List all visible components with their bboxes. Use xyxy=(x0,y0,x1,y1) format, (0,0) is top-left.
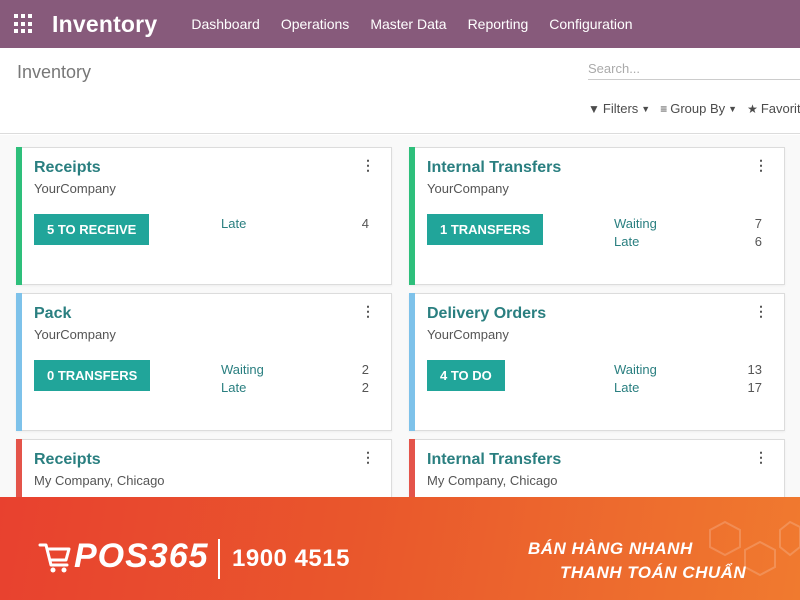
cart-icon xyxy=(38,543,71,572)
breadcrumb: Inventory xyxy=(17,62,92,82)
stat-late-label[interactable]: Late xyxy=(221,380,246,395)
transfers-button[interactable]: 0 TRANSFERS xyxy=(34,360,151,391)
menu-item-reporting[interactable]: Reporting xyxy=(468,16,529,32)
slogan-line-1: BÁN HÀNG NHANH xyxy=(528,539,693,558)
card-title[interactable]: Internal Transfers xyxy=(427,159,561,177)
stat-late-label[interactable]: Late xyxy=(614,234,639,249)
stat-late-label[interactable]: Late xyxy=(614,380,639,395)
slogan-line-2: THANH TOÁN CHUẨN xyxy=(560,563,747,582)
kebab-icon[interactable]: ⋮ xyxy=(754,304,768,318)
kebab-icon[interactable]: ⋮ xyxy=(361,304,375,318)
stat-waiting-label[interactable]: Waiting xyxy=(221,362,264,377)
search-input[interactable] xyxy=(588,61,800,76)
list-icon: ≡ xyxy=(660,101,668,116)
caret-down-icon: ▼ xyxy=(641,103,651,114)
stat-waiting-value: 7 xyxy=(754,216,762,231)
to-do-button[interactable]: 4 TO DO xyxy=(427,360,505,391)
card-company: YourCompany xyxy=(427,327,509,342)
caret-down-icon: ▼ xyxy=(728,103,738,114)
promo-banner: POS365 1900 4515 BÁN HÀNG NHANH THANH TO… xyxy=(0,497,800,600)
filters-label: Filters xyxy=(602,101,639,116)
brand-name: POS365 xyxy=(74,537,209,575)
kebab-icon[interactable]: ⋮ xyxy=(754,450,768,464)
card-company: YourCompany xyxy=(34,327,116,342)
card-color-bar xyxy=(16,147,22,285)
stat-waiting-value: 2 xyxy=(361,362,369,377)
kebab-icon[interactable]: ⋮ xyxy=(361,158,375,172)
stat-waiting-label[interactable]: Waiting xyxy=(614,362,657,377)
stat-late-value: 6 xyxy=(754,234,762,249)
favorites-label: Favorites xyxy=(760,101,800,116)
stat-late-value: 4 xyxy=(361,216,369,231)
group-by-button[interactable]: ≡ Group By ▼ xyxy=(660,101,737,116)
card-title[interactable]: Pack xyxy=(34,305,71,323)
card-internal-transfers[interactable]: Internal Transfers YourCompany ⋮ 1 TRANS… xyxy=(409,147,785,285)
card-company: YourCompany xyxy=(427,181,509,196)
filters-button[interactable]: ▼ Filters ▼ xyxy=(588,101,650,116)
transfers-button[interactable]: 1 TRANSFERS xyxy=(427,214,544,245)
card-color-bar xyxy=(409,293,415,431)
card-company: YourCompany xyxy=(34,181,116,196)
card-title[interactable]: Receipts xyxy=(34,451,101,469)
card-title[interactable]: Delivery Orders xyxy=(427,305,546,323)
to-receive-button[interactable]: 5 TO RECEIVE xyxy=(34,214,150,245)
card-receipts[interactable]: Receipts YourCompany ⋮ 5 TO RECEIVE Late… xyxy=(16,147,392,285)
stat-waiting-value: 13 xyxy=(747,362,762,377)
control-panel: Inventory ▼ Filters ▼ ≡ Group By ▼ ★ Fav… xyxy=(0,48,800,134)
menu-item-dashboard[interactable]: Dashboard xyxy=(191,16,260,32)
menu-item-configuration[interactable]: Configuration xyxy=(549,16,632,32)
card-company: My Company, Chicago xyxy=(427,473,558,488)
apps-grid-icon[interactable] xyxy=(14,14,34,34)
divider xyxy=(218,539,220,579)
kebab-icon[interactable]: ⋮ xyxy=(361,450,375,464)
stat-waiting-label[interactable]: Waiting xyxy=(614,216,657,231)
hotline-number[interactable]: 1900 4515 xyxy=(232,545,350,573)
card-color-bar xyxy=(409,147,415,285)
brand-logo: POS365 xyxy=(38,537,209,576)
stat-late-value: 2 xyxy=(361,380,369,395)
star-icon: ★ xyxy=(747,101,758,116)
menu-item-operations[interactable]: Operations xyxy=(281,16,349,32)
kebab-icon[interactable]: ⋮ xyxy=(754,158,768,172)
stat-late-value: 17 xyxy=(747,380,762,395)
favorites-button[interactable]: ★ Favorites xyxy=(747,101,800,116)
card-color-bar xyxy=(16,293,22,431)
stat-late-label[interactable]: Late xyxy=(221,216,246,231)
search-options: ▼ Filters ▼ ≡ Group By ▼ ★ Favorites xyxy=(588,101,800,116)
card-title[interactable]: Receipts xyxy=(34,159,101,177)
funnel-icon: ▼ xyxy=(588,101,600,116)
top-navbar: Inventory Dashboard Operations Master Da… xyxy=(0,0,800,48)
card-company: My Company, Chicago xyxy=(34,473,165,488)
card-pack[interactable]: Pack YourCompany ⋮ 0 TRANSFERS Waiting 2… xyxy=(16,293,392,431)
main-menu: Dashboard Operations Master Data Reporti… xyxy=(191,16,653,32)
menu-item-master-data[interactable]: Master Data xyxy=(370,16,446,32)
card-delivery-orders[interactable]: Delivery Orders YourCompany ⋮ 4 TO DO Wa… xyxy=(409,293,785,431)
search-box xyxy=(588,60,800,80)
card-title[interactable]: Internal Transfers xyxy=(427,451,561,469)
hexagon-pattern xyxy=(709,520,800,577)
group-by-label: Group By xyxy=(670,101,726,116)
app-title[interactable]: Inventory xyxy=(52,11,157,38)
